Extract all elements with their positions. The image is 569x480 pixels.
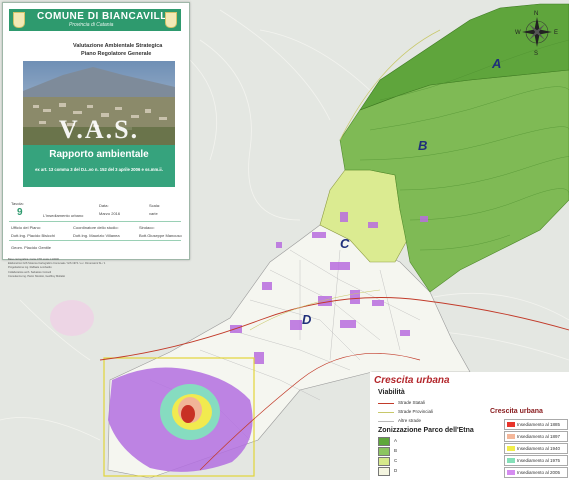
legend-swatch-zone-a (378, 437, 390, 446)
cover-report-title: Rapporto ambientale (49, 149, 149, 160)
legend-growth-1897: Insediamento al 1897 (504, 431, 568, 442)
legend-line-other-roads (378, 421, 394, 422)
legend-swatch-zone-b (378, 447, 390, 456)
neighbor-town-area (50, 300, 94, 336)
table-label: Tavola: (11, 201, 24, 206)
mayor-label: Sindaco: (139, 225, 155, 230)
legend-item-provincial-roads: Strade Provinciali (398, 409, 434, 414)
office-member-1: Dott.Ing. Placido Bisicchi (11, 233, 56, 238)
zone-label-a: A (492, 56, 502, 71)
zone-label-d: D (302, 312, 312, 327)
svg-text:E: E (554, 30, 558, 36)
legend-swatch-1897 (507, 434, 515, 439)
legend-swatch-2005 (507, 470, 515, 475)
legend-growth-2005-label: Insediamento al 2005 (517, 470, 561, 475)
svg-text:N: N (534, 11, 538, 17)
cover-subtitle-1: Valutazione Ambientale Strategica (73, 43, 163, 49)
growth-title: Crescita urbana (490, 408, 543, 415)
cover-province: Provincia di Catania (69, 22, 114, 28)
viability-title: Viabilità (378, 389, 405, 396)
cover-subtitle-2: Piano Regolatore Generale (81, 51, 152, 57)
cover-vas-title: V.A.S. (58, 115, 140, 144)
legend-swatch-zone-d (378, 467, 390, 476)
legend-item-state-roads: Strade Statali (398, 400, 426, 405)
park-zoning-title: Zonizzazione Parco dell'Etna (378, 427, 474, 434)
office-label: Ufficio del Piano: (11, 225, 41, 230)
legend-growth-1940-label: Insediamento al 1940 (517, 446, 561, 451)
office-member-2: Geom. Placido Gentile (11, 245, 52, 250)
svg-text:S: S (534, 51, 538, 57)
legend-line-provincial-roads (378, 412, 394, 413)
table-number: 9 (17, 207, 23, 218)
legend-growth-1897-label: Insediamento al 1897 (517, 434, 561, 439)
date-label: Data: (99, 203, 109, 208)
legend-growth-1940: Insediamento al 1940 (504, 443, 568, 454)
cover-law-reference: ex art. 13 comma 3 del D.L.vo n. 152 del… (35, 167, 163, 172)
cover-header: COMUNE DI BIANCAVILLA Provincia di Catan… (9, 9, 181, 31)
scale-value: varie (149, 211, 158, 216)
scale-label: Scala: (149, 203, 161, 208)
legend-item-zone-b: B (394, 448, 398, 453)
municipal-crest-icon (13, 12, 25, 28)
legend-growth-2005: Insediamento al 2005 (504, 467, 568, 478)
legend-swatch-zone-c (378, 457, 390, 466)
report-cover: COMUNE DI BIANCAVILLA Provincia di Catan… (2, 2, 190, 260)
legend-item-other-roads: Altre strade (398, 418, 422, 423)
cartography-notes: Base cartografica: Carta CTR scala 1:100… (8, 258, 178, 279)
legend-growth-1975-label: Insediamento al 1975 (517, 458, 561, 463)
coordinator-name: Dott.Ing. Maurizio Villanea (73, 233, 120, 238)
cover-report-band: Rapporto ambientale ex art. 13 comma 3 d… (23, 145, 175, 187)
map-legend: Crescita urbana Viabilità Strade Statali… (370, 372, 569, 480)
coordinator-label: Coordinatore dello studio: (73, 225, 119, 230)
legend-growth-1975: Insediamento al 1975 (504, 455, 568, 466)
note-line: Consulenza ing. Pietro Nicolosi, Geoffre… (8, 274, 66, 278)
svg-text:W: W (515, 30, 521, 36)
legend-growth-1885-label: Insediamento al 1885 (517, 422, 561, 427)
legend-line-state-roads (378, 403, 394, 404)
municipal-crest-icon (165, 12, 177, 28)
zone-label-c: C (340, 236, 350, 251)
divider (9, 221, 181, 222)
legend-title: Crescita urbana (374, 375, 450, 386)
zone-label-b: B (418, 138, 428, 153)
divider (9, 240, 181, 241)
legend-item-zone-c: C (394, 458, 398, 463)
legend-swatch-1940 (507, 446, 515, 451)
cover-municipality: COMUNE DI BIANCAVILLA (37, 11, 175, 22)
mayor-name: Bott.Giuseppe Mancuso (139, 233, 182, 238)
legend-growth-1885: Insediamento al 1885 (504, 419, 568, 430)
legend-swatch-1975 (507, 458, 515, 463)
table-subject: L'insediamento urbano (43, 213, 84, 218)
legend-item-zone-a: A (394, 438, 398, 443)
date-value: Marzo 2016 (99, 211, 121, 216)
legend-swatch-1885 (507, 422, 515, 427)
legend-item-zone-d: D (394, 468, 398, 473)
